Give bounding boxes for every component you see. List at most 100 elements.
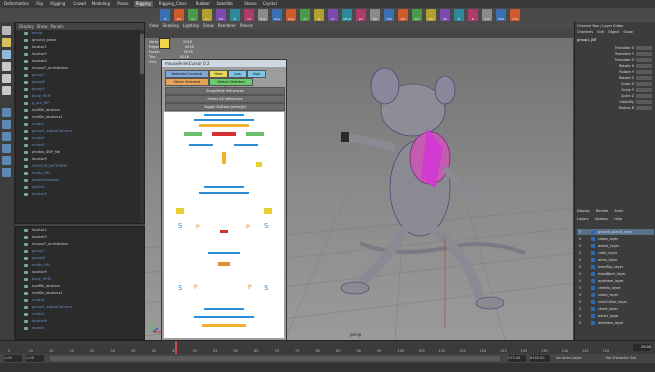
root-control[interactable]: [204, 308, 244, 310]
outliner-row[interactable]: group1_adjustCamera: [16, 128, 144, 135]
shelf-button[interactable]: DYN: [510, 9, 520, 21]
outliner-row[interactable]: ground_plane: [16, 37, 144, 44]
channel-value-field[interactable]: [636, 70, 652, 74]
outliner-row[interactable]: group8: [16, 255, 144, 262]
time-slider[interactable]: 5101520253035404550556065707580859095100…: [0, 340, 655, 355]
shelf-tab[interactable]: Crowd: [71, 1, 88, 7]
layer-color-swatch[interactable]: [591, 279, 595, 283]
layer-row[interactable]: Vchest_layer: [577, 306, 654, 312]
layer-visibility-toggle[interactable]: V: [579, 278, 581, 284]
layer-color-swatch[interactable]: [591, 286, 595, 290]
shelf-button[interactable]: RFL: [174, 9, 184, 21]
scale-tool-icon[interactable]: [2, 86, 11, 95]
hand-right-control[interactable]: [264, 208, 272, 214]
layer-color-swatch[interactable]: [591, 272, 595, 276]
nose-control[interactable]: [212, 132, 236, 136]
shelf-button[interactable]: HI: [160, 9, 170, 21]
layer-visibility-toggle[interactable]: V: [579, 271, 581, 277]
four-view-layout-icon[interactable]: [2, 120, 11, 129]
channel-box-menu-item[interactable]: Object: [608, 30, 619, 34]
layer-visibility-toggle[interactable]: V: [579, 313, 581, 319]
layer-color-swatch[interactable]: [591, 251, 595, 255]
select-tool-icon[interactable]: [2, 26, 11, 35]
channel-row[interactable]: Rotate Z: [577, 76, 652, 81]
pelvis-control[interactable]: [208, 252, 240, 254]
channel-row[interactable]: Rotate Y: [577, 70, 652, 75]
shelf-button[interactable]: FACE: [496, 9, 506, 21]
leg-pole-right-label[interactable]: P: [248, 284, 252, 291]
outliner-row[interactable]: locator9: [16, 156, 144, 163]
viewport-menu-item[interactable]: View: [149, 23, 159, 28]
layer-color-swatch[interactable]: [591, 258, 595, 262]
outliner-menu-item[interactable]: Show: [37, 24, 48, 29]
shelf-button[interactable]: EXP: [412, 9, 422, 21]
shelf-button[interactable]: IK: [454, 9, 464, 21]
layer-color-swatch[interactable]: [591, 307, 595, 311]
anim-layer-label[interactable]: No Anim Layer: [556, 355, 582, 362]
shelf-tab[interactable]: Deformation: [2, 1, 31, 7]
outliner-row[interactable]: nurbs_HM: [16, 262, 144, 269]
chest-control[interactable]: [199, 192, 249, 194]
channel-value-field[interactable]: [636, 58, 652, 62]
layer-row[interactable]: Vclaws_layer: [577, 236, 654, 242]
rotate-tool-icon[interactable]: [2, 74, 11, 83]
shelf-button[interactable]: AP: [300, 9, 310, 21]
shelf-tab[interactable]: Rigging: [133, 1, 153, 7]
channel-row[interactable]: Translate X: [577, 46, 652, 51]
layer-row[interactable]: Vground_plane_layer: [577, 229, 654, 235]
layer-visibility-toggle[interactable]: V: [579, 264, 581, 270]
shelf-button[interactable]: Snap: [286, 9, 296, 21]
hand-left-control[interactable]: [176, 208, 184, 214]
character-set-label[interactable]: No Character Set: [606, 355, 636, 362]
leg-pole-left-label[interactable]: P: [194, 284, 198, 291]
layer-row[interactable]: Veyebrow_layer: [577, 278, 654, 284]
shelf-button[interactable]: JNT: [356, 9, 366, 21]
layer-editor-menu-item[interactable]: Layers: [577, 217, 589, 221]
range-bar[interactable]: [50, 356, 500, 361]
range-start-field[interactable]: 1.00: [4, 355, 22, 362]
viewport-menu-item[interactable]: Shading: [163, 23, 179, 28]
shelf-button[interactable]: Fix: [202, 9, 212, 21]
picker-button[interactable]: Low: [228, 70, 247, 78]
viewport-menu-item[interactable]: Panels: [240, 23, 253, 28]
outliner-row[interactable]: g_prx_HIP: [16, 100, 144, 107]
layer-editor-menu-item[interactable]: Help: [614, 217, 622, 221]
persp-graph-layout-icon[interactable]: [2, 144, 11, 153]
hip-control[interactable]: [220, 230, 228, 233]
head-control[interactable]: [204, 114, 244, 116]
outliner-row[interactable]: group7: [16, 248, 144, 255]
move-tool-icon[interactable]: [2, 62, 11, 71]
shelf-button[interactable]: RI: [314, 9, 324, 21]
layer-visibility-toggle[interactable]: V: [579, 250, 581, 256]
outliner-row[interactable]: nurbs1: [16, 311, 144, 318]
channel-value-field[interactable]: [636, 88, 652, 92]
range-end-field[interactable]: 6150.00: [530, 355, 550, 362]
layer-visibility-toggle[interactable]: V: [579, 306, 581, 312]
channel-row[interactable]: Scale Y: [577, 88, 652, 93]
shelf-button[interactable]: CHN: [384, 9, 394, 21]
channel-value-field[interactable]: [636, 82, 652, 86]
outliner-row[interactable]: persp: [16, 30, 144, 37]
layer-color-swatch[interactable]: [591, 321, 595, 325]
outliner-row[interactable]: nurbs5: [16, 325, 144, 332]
cheek-right-control[interactable]: [234, 144, 258, 146]
channel-row[interactable]: Visibility: [577, 100, 652, 105]
main-control[interactable]: [202, 324, 246, 327]
outliner-row[interactable]: group7: [16, 72, 144, 79]
outliner-row[interactable]: locatorEmotion: [16, 177, 144, 184]
layer-color-swatch[interactable]: [591, 300, 595, 304]
picker-bar-button[interactable]: Select All Influences: [165, 95, 285, 103]
single-perspective-layout-icon[interactable]: [2, 108, 11, 117]
jaw-control[interactable]: [222, 152, 226, 164]
shelf-tab[interactable]: Shave: [242, 1, 258, 7]
outliner-row[interactable]: body_HEM: [16, 276, 144, 283]
head-control-2[interactable]: [194, 119, 254, 121]
channel-row[interactable]: Scale X: [577, 82, 652, 87]
viewport-panel[interactable]: View Shading Lighting Show Renderer Panels Ve…: [145, 22, 573, 340]
persp-outliner-layout-icon[interactable]: [2, 132, 11, 141]
layer-row[interactable]: Vpelvis_layer: [577, 313, 654, 319]
channel-value-field[interactable]: [636, 52, 652, 56]
shelf-tab[interactable]: Modeling: [90, 1, 112, 7]
outliner-row[interactable]: nurbs5: [16, 142, 144, 149]
shelf-button[interactable]: KEY: [398, 9, 408, 21]
